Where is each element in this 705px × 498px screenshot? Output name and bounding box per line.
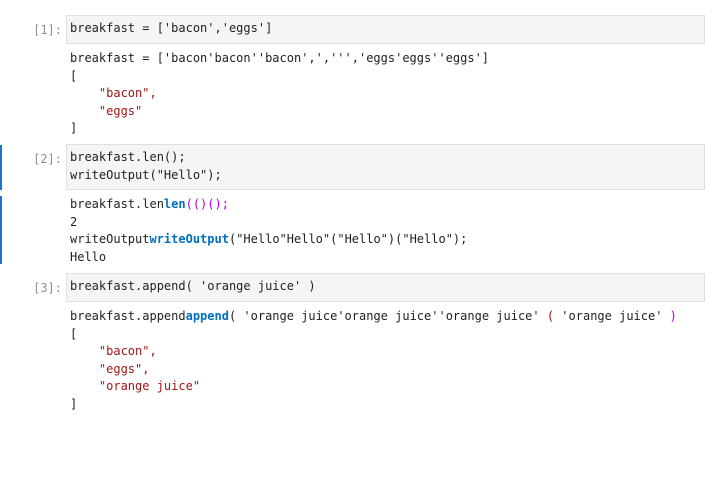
output-line: ]	[70, 396, 78, 411]
cell-prompt: [3]:	[33, 281, 62, 295]
output-line: "orange juice"	[70, 379, 201, 393]
output-echo-line: writeOutputwriteOutput("Hello"Hello"("He…	[70, 232, 468, 246]
output-echo-line: breakfast.lenlen(()();	[70, 197, 229, 211]
cell-output-1: breakfast = ['bacon'bacon''bacon',',''',…	[70, 50, 705, 138]
output-result: Hello	[70, 249, 107, 264]
code-input[interactable]: breakfast.len(); writeOutput("Hello");	[66, 144, 705, 190]
output-line: [	[70, 326, 78, 341]
code-line: writeOutput("Hello");	[70, 167, 222, 182]
code-line: breakfast.append( 'orange juice' )	[70, 279, 316, 293]
cell-prompt: [1]:	[33, 23, 62, 37]
output-line: [	[70, 68, 78, 83]
code-line: breakfast = ['bacon','eggs']	[70, 21, 273, 35]
output-line: "eggs",	[70, 361, 150, 376]
code-input[interactable]: breakfast = ['bacon','eggs']	[66, 15, 705, 44]
code-line: breakfast.len();	[70, 150, 186, 164]
cell-output-2: breakfast.lenlen(()(); 2 writeOutputwrit…	[70, 196, 705, 266]
output-result: 2	[70, 214, 78, 229]
output-line: "bacon",	[70, 86, 157, 100]
cell-output-3: breakfast.appendappend( 'orange juice'or…	[70, 308, 705, 413]
output-line: "bacon",	[70, 344, 157, 358]
output-echo-line: breakfast = ['bacon'bacon''bacon',',''',…	[70, 51, 490, 65]
code-input[interactable]: breakfast.append( 'orange juice' )	[66, 273, 705, 302]
cell-output-focus-indicator	[0, 196, 2, 264]
output-line: "eggs"	[70, 103, 143, 118]
output-echo-line: breakfast.appendappend( 'orange juice'or…	[70, 309, 677, 323]
cell-prompt: [2]:	[33, 152, 62, 166]
output-line: ]	[70, 121, 78, 135]
